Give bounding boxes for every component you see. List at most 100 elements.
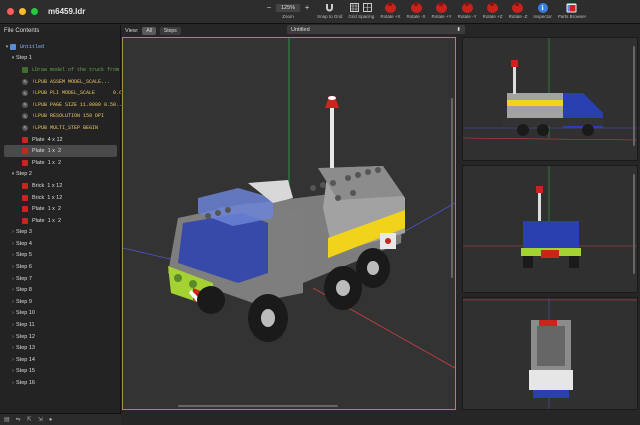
tree-step-row[interactable]: › Step 12 — [0, 331, 121, 343]
parts-browser-label: Parts Browser — [557, 14, 587, 19]
tree-step-row[interactable]: › Step 15 — [0, 366, 121, 378]
zoom-in-button[interactable]: + — [303, 3, 311, 12]
window-title: m6459.ldr — [48, 7, 86, 16]
tree-item-label: Plate 1 x 2 — [32, 159, 62, 166]
tree-item-label: Plate 1 x 2 — [32, 217, 62, 224]
magnet-icon — [324, 2, 335, 13]
tree-item-row[interactable]: Brick 1 x 12 — [0, 180, 121, 192]
parts-browser-button[interactable]: Parts Browser — [558, 2, 586, 19]
grid-coarse-icon[interactable] — [362, 2, 373, 13]
tree-item-label: !LPUB ASSEM MODEL_SCALE... — [32, 78, 111, 85]
inspector-label: Inspector — [533, 14, 552, 19]
tree-item-label: !LPUB MULTI_STEP BEGIN — [32, 124, 99, 131]
tree-step-row[interactable]: › Step 4 — [0, 238, 121, 250]
tree-step-row[interactable]: › Step 16 — [0, 377, 121, 389]
add-part-icon[interactable]: ⇱ — [27, 416, 32, 423]
add-model-icon[interactable]: ⇲ — [38, 416, 43, 423]
snap-label: Snap to Grid — [317, 14, 343, 19]
rotate-brick-icon — [461, 1, 473, 13]
tree-step-row[interactable]: › Step 11 — [0, 319, 121, 331]
brick-icon — [22, 217, 28, 224]
view-steps-button[interactable]: Steps — [159, 26, 181, 35]
add-file-icon[interactable]: ▤ — [4, 416, 10, 423]
tree-step-row[interactable]: ▾ Step 1 — [0, 53, 121, 65]
tree-step-row[interactable]: › Step 7 — [0, 273, 121, 285]
grid-spacing-control[interactable]: Grid Spacing — [348, 2, 374, 19]
tree-step-row[interactable]: › Step 8 — [0, 284, 121, 296]
zoom-value-field[interactable]: 125% — [276, 3, 301, 12]
front-view-viewport[interactable] — [462, 165, 638, 293]
tree-item-row[interactable]: Plate 1 x 2 — [0, 203, 121, 215]
minimize-window-button[interactable] — [19, 8, 26, 15]
side-view-viewport[interactable] — [462, 37, 638, 161]
rotate-x-minus-button[interactable]: Rotate -X — [407, 1, 426, 19]
tree-item-row[interactable]: ✎ !LPUB RESOLUTION 150 DPI — [0, 111, 121, 123]
snap-to-grid-button[interactable]: Snap to Grid — [317, 2, 342, 19]
main-3d-viewport[interactable] — [122, 37, 456, 410]
file-contents-sidebar: File Contents ▾ Untitled ▾ Step 1 LDraw … — [0, 25, 121, 425]
rotate-x-plus-button[interactable]: Rotate +X — [380, 1, 401, 19]
meta-command-icon: ✎ — [22, 124, 28, 131]
tree-item-row[interactable]: Plate 1 x 2 — [0, 157, 121, 169]
tree-item-row[interactable]: LDraw model of the truck from t... — [0, 64, 121, 76]
step-label: Step 14 — [16, 356, 35, 363]
tree-item-row[interactable]: Plate 4 x 12 — [0, 134, 121, 146]
main-hscrollbar[interactable] — [178, 405, 338, 407]
zoom-window-button[interactable] — [31, 8, 38, 15]
tree-item-row[interactable]: Brick 1 x 12 — [0, 192, 121, 204]
grid-fine-icon[interactable] — [349, 2, 360, 13]
comment-icon — [22, 66, 28, 73]
tree-step-row[interactable]: › Step 14 — [0, 354, 121, 366]
sidebar-header: File Contents — [4, 28, 40, 34]
rotate-z-minus-button[interactable]: Rotate -Z — [509, 1, 527, 19]
sidebar-footer-bar: ▤ ⇋ ⇱ ⇲ ● — [0, 413, 121, 425]
window-controls — [7, 8, 38, 15]
front-view-scrollbar[interactable] — [633, 174, 635, 274]
tree-step-row[interactable]: › Step 13 — [0, 342, 121, 354]
wheel-front-hidden — [197, 286, 225, 314]
tree-item-row[interactable]: Plate 1 x 2 — [4, 145, 117, 157]
close-window-button[interactable] — [7, 8, 14, 15]
tree-step-row[interactable]: › Step 6 — [0, 261, 121, 273]
tree-step-row[interactable]: › Step 5 — [0, 250, 121, 262]
view-all-button[interactable]: All — [142, 26, 156, 35]
tree-step-row[interactable]: › Step 9 — [0, 296, 121, 308]
step-label: Step 9 — [16, 298, 32, 305]
add-step-icon[interactable]: ⇋ — [16, 416, 21, 423]
inspector-button[interactable]: i Inspector — [533, 2, 552, 19]
tree-item-row[interactable]: ✎ !LPUB MULTI_STEP BEGIN — [0, 122, 121, 134]
tree-item-row[interactable]: ✎ !LPUB PLI MODEL_SCALE 0.6 — [0, 87, 121, 99]
main-vscrollbar[interactable] — [451, 98, 453, 278]
rotate-brick-icon — [410, 1, 422, 13]
zoom-out-button[interactable]: − — [265, 3, 273, 12]
rotate-brick-icon — [487, 1, 499, 13]
step-label: Step 5 — [16, 252, 32, 259]
rotate-brick-icon — [512, 1, 524, 13]
tree-model-row[interactable]: ▾ Untitled — [0, 41, 121, 53]
brick-icon — [22, 206, 28, 213]
tree-item-row[interactable]: ✎ !LPUB PAGE SIZE 11.0000 8.50... — [0, 99, 121, 111]
rotate-y-plus-button[interactable]: Rotate +Y — [432, 1, 452, 19]
tree-step-row[interactable]: › Step 10 — [0, 308, 121, 320]
model-document-icon — [10, 43, 16, 50]
tree-step-row[interactable]: › Step 3 — [0, 227, 121, 239]
step-label: Step 10 — [16, 310, 35, 317]
tree-item-row[interactable]: ✎ !LPUB ASSEM MODEL_SCALE... — [0, 76, 121, 88]
side-view-scrollbar[interactable] — [633, 46, 635, 146]
rotate-y-minus-button[interactable]: Rotate -Y — [458, 1, 477, 19]
brick-icon — [22, 182, 28, 189]
truck-side-render — [462, 38, 638, 141]
headlight-right — [189, 280, 197, 288]
step-label: Step 11 — [16, 322, 35, 329]
tree-step-row[interactable]: ▾ Step 2 — [0, 169, 121, 181]
model-select-value: Untitled — [291, 26, 310, 33]
rotate-brick-icon — [384, 1, 396, 13]
top-view-viewport[interactable] — [462, 297, 638, 410]
model-select[interactable]: Untitled ⬍ — [287, 25, 465, 34]
comment-icon[interactable]: ● — [49, 417, 53, 423]
tree-item-row[interactable]: Plate 1 x 2 — [0, 215, 121, 227]
tree-item-label: !LPUB PLI MODEL_SCALE 0.6 — [32, 90, 121, 97]
meta-command-icon: ✎ — [22, 101, 28, 108]
app-window: m6459.ldr − 125% + Zoom Snap to Grid Gri… — [0, 0, 640, 425]
rotate-z-plus-button[interactable]: Rotate +Z — [483, 1, 503, 19]
